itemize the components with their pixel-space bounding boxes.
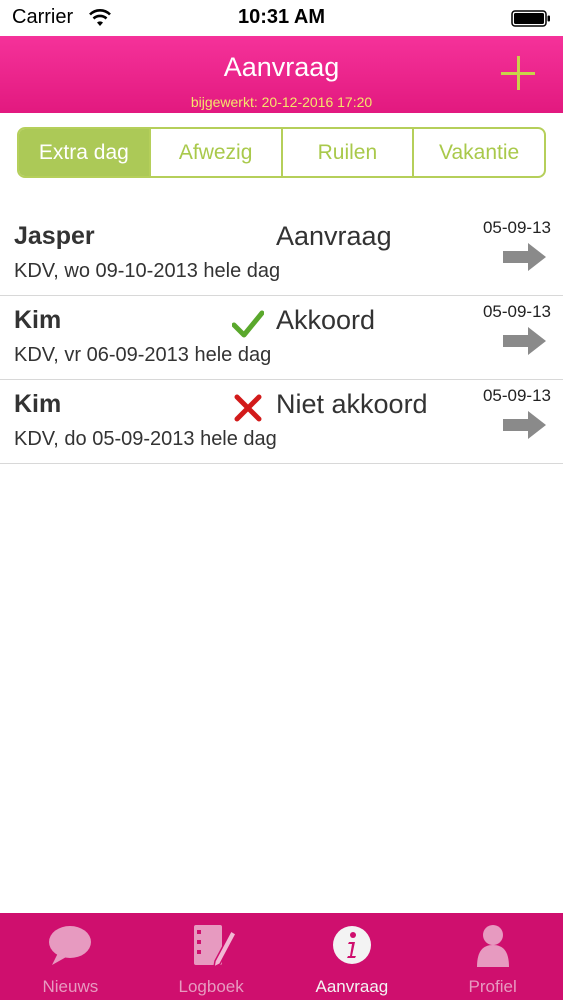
notebook-pencil-icon: [194, 925, 238, 969]
request-details: KDV, do 05-09-2013 hele dag: [14, 428, 277, 450]
list-item[interactable]: Kim Akkoord KDV, vr 06-09-2013 hele dag …: [0, 296, 563, 380]
tab-profiel[interactable]: Profiel: [422, 913, 563, 1000]
status-bar: Carrier 10:31 AM: [0, 0, 563, 36]
request-type-segmented-control: Extra dag Afwezig Ruilen Vakantie: [17, 127, 546, 178]
arrow-right-icon[interactable]: [503, 242, 547, 272]
request-details: KDV, wo 09-10-2013 hele dag: [14, 260, 281, 282]
request-name: Kim: [14, 390, 62, 418]
request-name: Kim: [14, 306, 62, 334]
request-name: Jasper: [14, 222, 95, 250]
request-date: 05-09-13: [482, 302, 551, 321]
tab-label: Nieuws: [42, 977, 99, 996]
add-request-button[interactable]: [501, 56, 537, 92]
segment-ruilen[interactable]: Ruilen: [280, 129, 413, 176]
cross-icon: [234, 394, 262, 422]
tab-label: Logboek: [178, 977, 244, 996]
segment-vakantie[interactable]: Vakantie: [412, 129, 544, 176]
request-details: KDV, vr 06-09-2013 hele dag: [14, 344, 272, 366]
arrow-right-icon[interactable]: [503, 410, 547, 440]
request-status: Aanvraag: [276, 221, 392, 251]
request-list: Jasper Aanvraag KDV, wo 09-10-2013 hele …: [0, 212, 563, 464]
arrow-right-icon[interactable]: [503, 326, 547, 356]
nav-bar: Aanvraag bijgewerkt: 20-12-2016 17:20: [0, 36, 563, 113]
tab-bar: Nieuws Logboek Aanvraag Profiel: [0, 913, 563, 1000]
tab-logboek[interactable]: Logboek: [141, 913, 282, 1000]
person-icon: [476, 925, 509, 967]
segment-afwezig[interactable]: Afwezig: [148, 129, 281, 176]
info-icon: [332, 926, 371, 964]
status-time: 10:31 AM: [237, 6, 326, 28]
request-status: Akkoord: [276, 305, 376, 335]
request-status: Niet akkoord: [276, 389, 428, 419]
list-item[interactable]: Jasper Aanvraag KDV, wo 09-10-2013 hele …: [0, 212, 563, 296]
tab-label: Profiel: [468, 977, 517, 996]
battery-icon: [511, 10, 550, 27]
request-date: 05-09-13: [482, 218, 551, 237]
tab-label: Aanvraag: [315, 977, 389, 996]
check-icon: [232, 310, 264, 338]
segment-extra-dag[interactable]: Extra dag: [19, 129, 149, 176]
request-date: 05-09-13: [482, 386, 551, 405]
list-item[interactable]: Kim Niet akkoord KDV, do 05-09-2013 hele…: [0, 380, 563, 464]
tab-nieuws[interactable]: Nieuws: [0, 913, 141, 1000]
tab-aanvraag[interactable]: Aanvraag: [282, 913, 423, 1000]
speech-bubble-icon: [49, 926, 92, 965]
last-updated-label: bijgewerkt: 20-12-2016 17:20: [190, 94, 373, 110]
page-title: Aanvraag: [223, 52, 340, 82]
